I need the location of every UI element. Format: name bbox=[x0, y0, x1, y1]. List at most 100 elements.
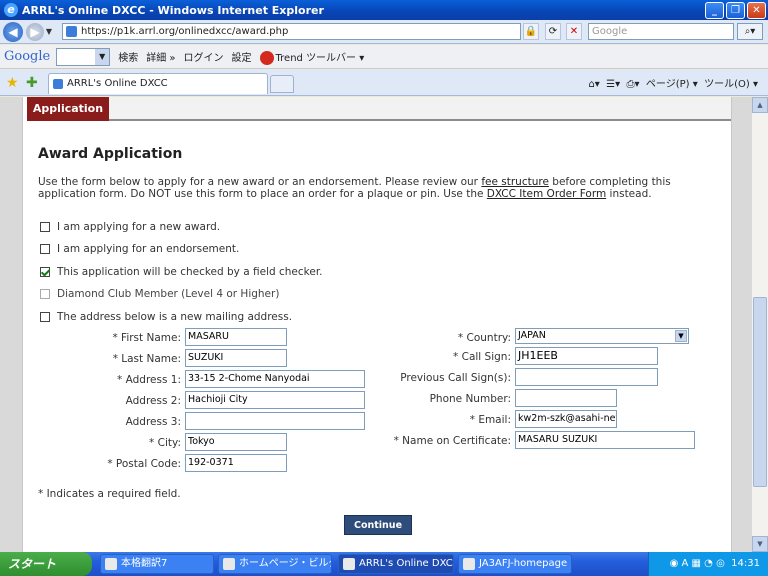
country-select[interactable]: JAPAN ▼ bbox=[515, 328, 689, 344]
taskbar-item-label: 本格翻訳7 bbox=[121, 558, 168, 569]
page-title: Award Application bbox=[38, 146, 183, 162]
refresh-icon[interactable]: ⟳ bbox=[545, 23, 561, 40]
scroll-thumb[interactable] bbox=[753, 297, 767, 487]
tab-arrl-online-dxcc[interactable]: ARRL's Online DXCC bbox=[48, 73, 268, 94]
search-input[interactable]: Google bbox=[588, 23, 734, 40]
login-button[interactable]: ログイン bbox=[184, 49, 224, 64]
section-tab-bar: Application bbox=[27, 97, 731, 121]
command-bar: ⌂▾ ☰▾ ⎙▾ ページ(P) ▾ ツール(O) ▾ bbox=[588, 79, 758, 90]
intro-text-3: instead. bbox=[606, 188, 652, 200]
settings-button[interactable]: 設定 bbox=[232, 49, 252, 64]
google-search-select[interactable]: ▼ bbox=[56, 47, 111, 66]
address-bar-row: ◀ ▶ ▼ https://p1k.arrl.org/onlinedxcc/aw… bbox=[0, 20, 768, 44]
page-viewport: Application Award Application Use the fo… bbox=[0, 97, 752, 552]
taskbar: スタート 本格翻訳7 ホームページ・ビルダー ... ARRL's Online… bbox=[0, 552, 768, 576]
new-tab-button[interactable] bbox=[270, 75, 294, 93]
stop-icon[interactable]: ✕ bbox=[566, 23, 582, 40]
minimize-button[interactable]: _ bbox=[705, 1, 724, 19]
home-icon[interactable]: ⌂▾ bbox=[588, 79, 599, 90]
city-label: * City: bbox=[149, 437, 181, 449]
option-new-award[interactable]: I am applying for a new award. bbox=[40, 221, 220, 233]
page-menu[interactable]: ページ(P) bbox=[646, 79, 690, 90]
tray-icons[interactable]: ◉ A ▦ ◔ ◎ bbox=[670, 558, 725, 569]
ie-logo-icon: e bbox=[4, 3, 18, 17]
close-button[interactable]: ✕ bbox=[747, 1, 766, 19]
address2-label: Address 2: bbox=[125, 395, 181, 407]
country-selected-value: JAPAN bbox=[518, 330, 546, 341]
dxcc-item-order-form-link[interactable]: DXCC Item Order Form bbox=[487, 188, 606, 200]
url-text: https://p1k.arrl.org/onlinedxcc/award.ph… bbox=[81, 26, 289, 37]
email-label: * Email: bbox=[469, 414, 511, 426]
previous-call-signs-field[interactable] bbox=[515, 368, 658, 386]
name-on-certificate-label: * Name on Certificate: bbox=[393, 435, 511, 447]
name-on-certificate-field[interactable]: MASARU SUZUKI bbox=[515, 431, 695, 449]
address-input[interactable]: https://p1k.arrl.org/onlinedxcc/award.ph… bbox=[62, 23, 521, 40]
new-award-checkbox[interactable] bbox=[40, 222, 50, 232]
taskbar-item-homepage-builder[interactable]: ホームページ・ビルダー ... bbox=[218, 554, 332, 574]
diamond-club-checkbox bbox=[40, 289, 50, 299]
first-name-label: * First Name: bbox=[112, 332, 181, 344]
intro-text: Use the form below to apply for a new aw… bbox=[38, 176, 718, 200]
favorites-star-icon[interactable]: ★ bbox=[6, 75, 19, 91]
search-icon[interactable]: ⌕▾ bbox=[737, 23, 763, 40]
field-checker-checkbox[interactable] bbox=[40, 267, 50, 277]
address3-field[interactable] bbox=[185, 412, 365, 430]
tools-menu[interactable]: ツール(O) bbox=[704, 79, 750, 90]
taskbar-item-arrl-dxcc[interactable]: ARRL's Online DXCC... bbox=[338, 554, 454, 574]
scroll-down-icon[interactable]: ▼ bbox=[752, 536, 768, 552]
app-icon bbox=[223, 558, 235, 570]
google-search-button[interactable]: 検索 bbox=[118, 49, 138, 64]
more-button[interactable]: 詳細 » bbox=[146, 49, 175, 64]
page-icon bbox=[66, 26, 77, 37]
option-label: I am applying for an endorsement. bbox=[57, 243, 240, 255]
start-button[interactable]: スタート bbox=[0, 552, 92, 576]
tab-application[interactable]: Application bbox=[27, 97, 109, 121]
address2-field[interactable]: Hachioji City bbox=[185, 391, 365, 409]
endorsement-checkbox[interactable] bbox=[40, 244, 50, 254]
google-logo: Google bbox=[4, 49, 51, 64]
vertical-scrollbar[interactable]: ▲ ▼ bbox=[752, 97, 768, 552]
history-dropdown-icon[interactable]: ▼ bbox=[44, 27, 54, 36]
tab-row: ★ ✚ ARRL's Online DXCC ⌂▾ ☰▾ ⎙▾ ページ(P) ▾… bbox=[0, 70, 768, 96]
forward-icon[interactable]: ▶ bbox=[26, 22, 44, 41]
call-sign-field[interactable]: JH1EEB bbox=[515, 347, 658, 365]
taskbar-item-ja3afj[interactable]: JA3AFJ-homepage bbox=[458, 554, 572, 574]
maximize-button[interactable]: ❐ bbox=[726, 1, 745, 19]
postal-code-field[interactable]: 192-0371 bbox=[185, 454, 287, 472]
taskbar-item-translator[interactable]: 本格翻訳7 bbox=[100, 554, 214, 574]
fee-structure-link[interactable]: fee structure bbox=[481, 176, 549, 188]
chevron-down-icon[interactable]: ▼ bbox=[675, 330, 687, 342]
clock: 14:31 bbox=[731, 558, 760, 569]
lock-icon[interactable]: 🔒 bbox=[523, 23, 539, 40]
option-field-checker[interactable]: This application will be checked by a fi… bbox=[40, 266, 323, 278]
phone-number-field[interactable] bbox=[515, 389, 617, 407]
browser-window: e ARRL's Online DXCC - Windows Internet … bbox=[0, 0, 768, 576]
option-label: This application will be checked by a fi… bbox=[57, 266, 323, 278]
city-field[interactable]: Tokyo bbox=[185, 433, 287, 451]
scroll-up-icon[interactable]: ▲ bbox=[752, 97, 768, 113]
trend-logo-icon bbox=[259, 50, 274, 65]
tab-label: ARRL's Online DXCC bbox=[67, 78, 168, 89]
email-field[interactable]: kw2m-szk@asahi-net.or bbox=[515, 410, 617, 428]
new-address-checkbox[interactable] bbox=[40, 312, 50, 322]
taskbar-item-label: JA3AFJ-homepage bbox=[479, 558, 568, 569]
print-icon[interactable]: ⎙▾ bbox=[627, 79, 640, 90]
feeds-icon[interactable]: ☰▾ bbox=[606, 79, 620, 90]
continue-button[interactable]: Continue bbox=[344, 515, 412, 535]
first-name-field[interactable]: MASARU bbox=[185, 328, 287, 346]
window-title: ARRL's Online DXCC - Windows Internet Ex… bbox=[22, 3, 324, 17]
call-sign-label: * Call Sign: bbox=[453, 351, 511, 363]
option-diamond-club: Diamond Club Member (Level 4 or Higher) bbox=[40, 288, 279, 300]
back-icon[interactable]: ◀ bbox=[3, 21, 23, 42]
option-new-address[interactable]: The address below is a new mailing addre… bbox=[40, 311, 292, 323]
last-name-label: * Last Name: bbox=[112, 353, 181, 365]
trend-toolbar-button[interactable]: Trend ツールバー ▾ bbox=[259, 49, 364, 65]
add-favorites-icon[interactable]: ✚ bbox=[26, 75, 38, 91]
last-name-field[interactable]: SUZUKI bbox=[185, 349, 287, 367]
option-endorsement[interactable]: I am applying for an endorsement. bbox=[40, 243, 239, 255]
option-label: The address below is a new mailing addre… bbox=[57, 311, 293, 323]
address1-field[interactable]: 33-15 2-Chome Nanyodai bbox=[185, 370, 365, 388]
app-icon bbox=[105, 558, 117, 570]
address1-label: * Address 1: bbox=[117, 374, 181, 386]
taskbar-item-label: ARRL's Online DXCC... bbox=[359, 558, 453, 569]
